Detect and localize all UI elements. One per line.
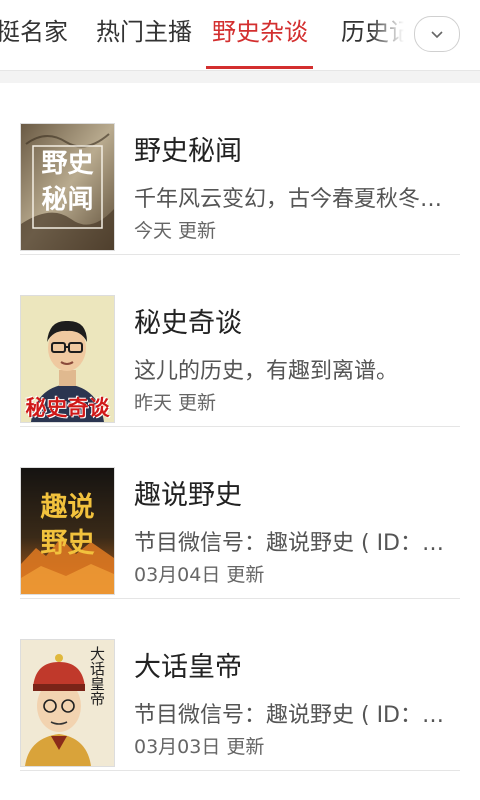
program-cover: 大话皇帝 — [20, 639, 115, 767]
update-time: 03月04日 更新 — [134, 564, 265, 586]
tab-unofficial-history[interactable]: 野史杂谈 — [212, 0, 308, 70]
active-tab-indicator — [206, 66, 313, 69]
update-time: 03月03日 更新 — [134, 736, 265, 758]
program-cover: 秘史奇谈 — [20, 295, 115, 423]
program-cover: 趣说 野史 — [20, 467, 115, 595]
category-tab-bar: 挺名家 热门主播 野史杂谈 历史记 — [0, 0, 480, 71]
tab-strip: 挺名家 热门主播 野史杂谈 历史记 — [0, 0, 410, 70]
list-item[interactable]: 大话皇帝 大话皇帝 节目微信号：趣说野史 ( ID：qush… 03月03日 更… — [0, 599, 480, 771]
program-title: 野史秘闻 — [134, 136, 242, 167]
tab-hot-hosts[interactable]: 热门主播 — [96, 0, 192, 70]
cover-title-line: 大话皇帝 — [88, 646, 106, 706]
more-tabs-button[interactable] — [414, 16, 460, 52]
program-title: 大话皇帝 — [134, 652, 242, 683]
list-item[interactable]: 野史 秘闻 野史秘闻 千年风云变幻，古今春夏秋冬，尽… 今天 更新 — [0, 83, 480, 255]
update-time: 今天 更新 — [134, 220, 217, 242]
program-description: 这儿的历史，有趣到离谱。 — [134, 359, 399, 384]
cover-title-line: 秘史 — [25, 395, 68, 420]
update-time: 昨天 更新 — [134, 392, 217, 414]
program-description: 节目微信号：趣说野史 ( ID：qush… — [134, 531, 454, 556]
program-description: 千年风云变幻，古今春夏秋冬，尽… — [134, 187, 454, 212]
cover-title-line: 野史 — [41, 149, 94, 179]
cover-title-line: 趣说 — [40, 492, 95, 523]
program-description: 节目微信号：趣说野史 ( ID：qush… — [134, 703, 454, 728]
tab-fade — [370, 0, 410, 70]
divider — [20, 770, 460, 771]
cover-title-line: 奇谈 — [67, 395, 110, 420]
cover-title-line: 野史 — [40, 528, 95, 559]
program-cover: 野史 秘闻 — [20, 123, 115, 251]
program-title: 秘史奇谈 — [134, 308, 242, 339]
section-gap — [0, 71, 480, 83]
program-list: 野史 秘闻 野史秘闻 千年风云变幻，古今春夏秋冬，尽… 今天 更新 秘史奇谈 秘… — [0, 83, 480, 771]
list-item[interactable]: 秘史奇谈 秘史奇谈 这儿的历史，有趣到离谱。 昨天 更新 — [0, 255, 480, 427]
list-item[interactable]: 趣说 野史 趣说野史 节目微信号：趣说野史 ( ID：qush… 03月04日 … — [0, 427, 480, 599]
program-title: 趣说野史 — [134, 480, 242, 511]
cover-title-line: 秘闻 — [41, 185, 94, 215]
chevron-down-icon — [431, 31, 443, 39]
tab-famous[interactable]: 挺名家 — [0, 0, 68, 70]
